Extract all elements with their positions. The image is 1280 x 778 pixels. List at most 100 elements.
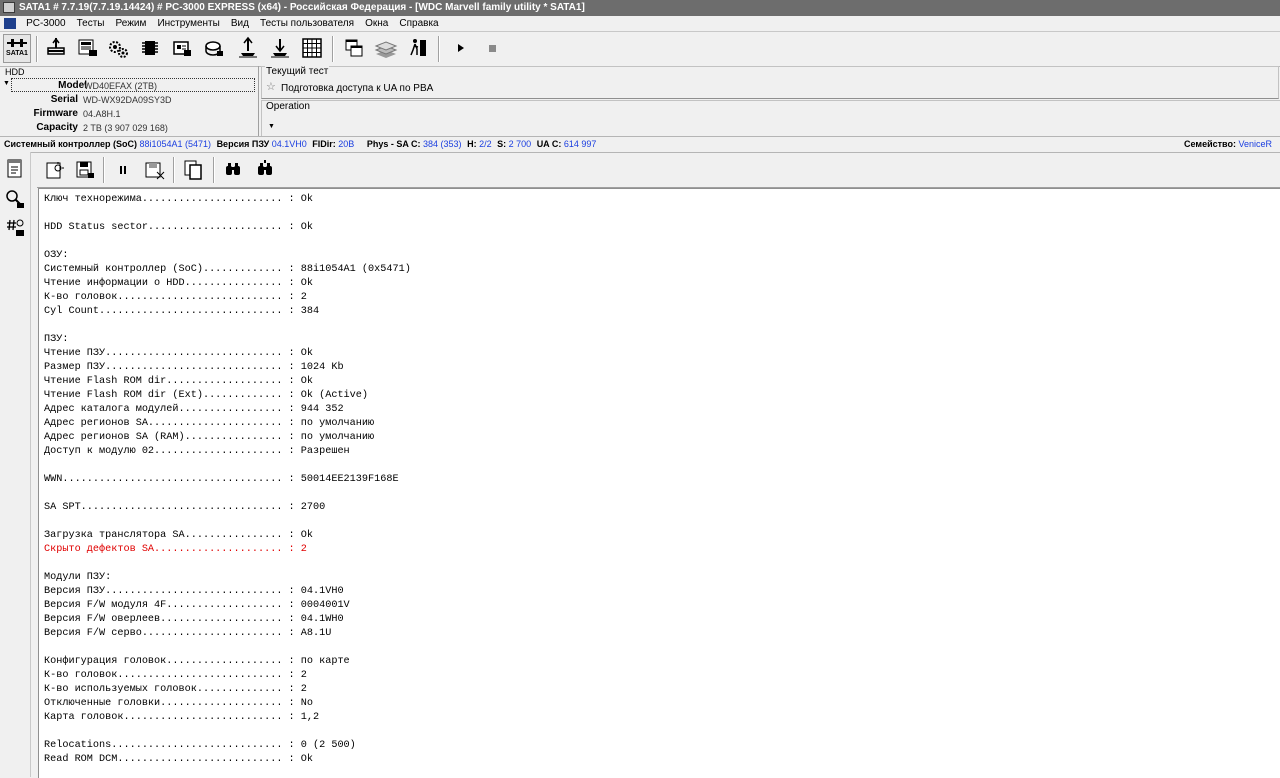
app-icon bbox=[3, 2, 15, 13]
menu-help[interactable]: Справка bbox=[395, 16, 442, 31]
log-line: Версия ПЗУ............................. … bbox=[44, 586, 344, 597]
log-line: Карта головок.......................... … bbox=[44, 712, 320, 723]
copy-icon[interactable] bbox=[181, 158, 205, 182]
upload-icon[interactable] bbox=[236, 36, 260, 60]
log-line: Системный контроллер (SoC)............. … bbox=[44, 264, 411, 275]
search-icon[interactable] bbox=[4, 188, 26, 210]
log-line: Ключ технорежима....................... … bbox=[44, 194, 313, 205]
menu-windows[interactable]: Окна bbox=[361, 16, 392, 31]
log-line: Версия F/W модуля 4F................... … bbox=[44, 600, 350, 611]
database-icon[interactable] bbox=[374, 36, 398, 60]
log-line: Модули ПЗУ: bbox=[44, 572, 112, 583]
phys-label: Phys - SA C: bbox=[366, 139, 421, 149]
log-line: Адрес каталога модулей................. … bbox=[44, 404, 344, 415]
sata-connector-icon bbox=[7, 39, 27, 47]
log-line: Версия F/W оверлеев.................... … bbox=[44, 614, 344, 625]
firmware-label: Firmware bbox=[33, 108, 78, 119]
star-icon[interactable]: ☆ bbox=[266, 80, 276, 93]
main-toolbar: SATA1 bbox=[0, 32, 1280, 67]
log-line: ПЗУ: bbox=[44, 334, 69, 345]
menu-mode[interactable]: Режим bbox=[112, 16, 151, 31]
stop-icon[interactable] bbox=[480, 36, 504, 60]
settings-gears-icon[interactable] bbox=[106, 36, 130, 60]
log-line: Конфигурация головок................... … bbox=[44, 656, 350, 667]
current-test-caption: Текущий тест bbox=[265, 66, 330, 77]
operation-caption: Operation bbox=[265, 101, 311, 112]
hdd-model-row[interactable]: Model WD40EFAX (2TB) bbox=[11, 78, 255, 92]
menu-pc3000[interactable]: PC-3000 bbox=[22, 16, 69, 31]
pause-icon[interactable] bbox=[111, 158, 135, 182]
log-line: Чтение Flash ROM dir................... … bbox=[44, 376, 313, 387]
log-line: Cyl Count.............................. … bbox=[44, 306, 320, 317]
expand-arrow-icon[interactable]: ▼ bbox=[3, 80, 10, 87]
family-value: VeniceR bbox=[1238, 139, 1272, 149]
menu-bar: PC-3000 Тесты Режим Инструменты Вид Тест… bbox=[0, 16, 1280, 32]
menu-view[interactable]: Вид bbox=[227, 16, 253, 31]
serial-label: Serial bbox=[50, 94, 78, 105]
log-line: Версия F/W серво....................... … bbox=[44, 628, 332, 639]
capacity-value: 2 TB (3 907 029 168) bbox=[83, 123, 168, 133]
chip-icon[interactable] bbox=[138, 36, 162, 60]
toolbar-separator bbox=[213, 157, 215, 183]
left-side-bar bbox=[0, 152, 31, 777]
toolbar-separator bbox=[438, 36, 440, 62]
log-line: Доступ к модулю 02..................... … bbox=[44, 446, 350, 457]
log-line: ОЗУ: bbox=[44, 250, 69, 261]
menu-tools[interactable]: Инструменты bbox=[153, 16, 223, 31]
save-log-icon[interactable] bbox=[73, 158, 97, 182]
windows-icon[interactable] bbox=[342, 36, 366, 60]
drive-info-icon[interactable] bbox=[170, 36, 194, 60]
title-bar: SATA1 # 7.7.19(7.7.19.14424) # PC-3000 E… bbox=[0, 0, 1280, 16]
sata-port-button[interactable]: SATA1 bbox=[3, 34, 31, 63]
ua-label: UA C: bbox=[536, 139, 562, 149]
log-line: Адрес регионов SA...................... … bbox=[44, 418, 375, 429]
toolbar-separator bbox=[173, 157, 175, 183]
spt-label: S: bbox=[497, 139, 507, 149]
log-line: К-во головок........................... … bbox=[44, 292, 307, 303]
log-icon[interactable] bbox=[4, 158, 26, 180]
model-value: WD40EFAX (2TB) bbox=[84, 81, 158, 91]
find-next-icon[interactable] bbox=[253, 158, 277, 182]
window-title: SATA1 # 7.7.19(7.7.19.14424) # PC-3000 E… bbox=[19, 2, 585, 13]
log-line: SA SPT................................. … bbox=[44, 502, 326, 513]
hdd-legend: HDD bbox=[5, 67, 25, 77]
model-label: Model bbox=[58, 80, 87, 91]
log-output[interactable]: Ключ технорежима....................... … bbox=[38, 188, 1280, 778]
play-icon[interactable] bbox=[448, 36, 472, 60]
log-line-error: Скрыто дефектов SA..................... … bbox=[44, 544, 307, 555]
operation-dropdown-icon[interactable]: ▼ bbox=[268, 123, 275, 130]
port-label: SATA1 bbox=[6, 50, 28, 57]
family-label: Семейство: bbox=[1184, 139, 1236, 149]
hdd-firmware-row: Firmware 04.A8H.1 bbox=[0, 107, 256, 121]
download-icon[interactable] bbox=[268, 36, 292, 60]
log-line: К-во используемых головок.............. … bbox=[44, 684, 307, 695]
hex-icon[interactable] bbox=[4, 216, 26, 238]
log-toolbar bbox=[37, 153, 1280, 188]
log-line: Размер ПЗУ............................. … bbox=[44, 362, 344, 373]
phys-value: 384 (353) bbox=[423, 139, 462, 149]
soc-label: Системный контроллер (SoC) bbox=[4, 139, 137, 149]
mdi-child-icon[interactable] bbox=[4, 18, 16, 29]
toolbar-separator bbox=[36, 36, 38, 62]
heads-value: 2/2 bbox=[479, 139, 492, 149]
menu-user-tests[interactable]: Тесты пользователя bbox=[256, 16, 358, 31]
ua-value: 614 997 bbox=[563, 139, 597, 149]
log-line: Read ROM DCM........................... … bbox=[44, 754, 313, 765]
menu-tests[interactable]: Тесты bbox=[73, 16, 109, 31]
power-icon[interactable] bbox=[44, 36, 68, 60]
fldir-label: FlDir: bbox=[312, 139, 336, 149]
save-disk-icon[interactable] bbox=[143, 158, 167, 182]
rom-version-label: Версия ПЗУ bbox=[216, 139, 270, 149]
fldir-value: 20B bbox=[338, 139, 355, 149]
disk-icon[interactable] bbox=[202, 36, 226, 60]
hdd-id-icon[interactable] bbox=[76, 36, 100, 60]
family-info: Семейство: VeniceR bbox=[1184, 137, 1272, 152]
exit-icon[interactable] bbox=[406, 36, 430, 60]
grid-icon[interactable] bbox=[300, 36, 324, 60]
log-line: Relocations............................ … bbox=[44, 740, 356, 751]
open-log-icon[interactable] bbox=[43, 158, 67, 182]
capacity-label: Capacity bbox=[36, 122, 78, 133]
log-line: Чтение ПЗУ............................. … bbox=[44, 348, 313, 359]
current-test-panel: Текущий тест ☆ Подготовка доступа к UA п… bbox=[259, 66, 1280, 137]
find-icon[interactable] bbox=[221, 158, 245, 182]
